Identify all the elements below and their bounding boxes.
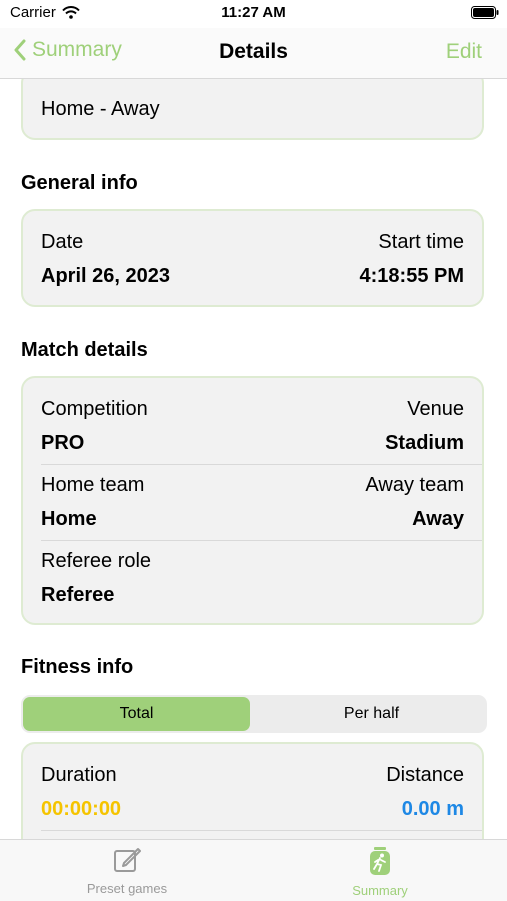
date-value: April 26, 2023 bbox=[41, 265, 170, 287]
battery-icon bbox=[471, 6, 499, 19]
fitness-segmented-control: Total Per half bbox=[21, 695, 487, 733]
duration-label: Duration bbox=[41, 764, 117, 786]
general-info-title: General info bbox=[21, 172, 138, 194]
away-team-label: Away team bbox=[365, 474, 464, 496]
tab-preset-games[interactable]: Preset games bbox=[67, 846, 187, 896]
divider bbox=[41, 830, 482, 831]
general-info-card: Date Start time April 26, 2023 4:18:55 P… bbox=[21, 209, 484, 307]
fitness-info-title: Fitness info bbox=[21, 656, 134, 678]
referee-role-value: Referee bbox=[41, 584, 115, 606]
page-title: Details bbox=[219, 40, 288, 63]
competition-value: PRO bbox=[41, 432, 85, 454]
start-time-value: 4:18:55 PM bbox=[359, 265, 465, 287]
edit-button[interactable]: Edit bbox=[446, 40, 482, 64]
venue-label: Venue bbox=[407, 398, 464, 420]
tab-label: Summary bbox=[352, 883, 408, 898]
tab-label: Preset games bbox=[86, 881, 168, 896]
runner-icon bbox=[370, 847, 390, 875]
away-team-value: Away bbox=[412, 508, 464, 530]
teams-card: Home - Away bbox=[21, 79, 484, 140]
date-label: Date bbox=[41, 231, 84, 253]
details-scroll-view[interactable]: Home - Away General info Date Start time… bbox=[0, 79, 507, 839]
match-details-title: Match details bbox=[21, 339, 148, 361]
edit-icon bbox=[114, 848, 141, 872]
divider bbox=[41, 464, 482, 465]
status-bar: Carrier 11:27 AM bbox=[0, 0, 507, 28]
segment-total[interactable]: Total bbox=[23, 697, 250, 731]
duration-value: 00:00:00 bbox=[41, 798, 122, 820]
distance-label: Distance bbox=[386, 764, 464, 786]
start-time-label: Start time bbox=[378, 231, 464, 253]
navigation-bar: Summary Details Edit bbox=[0, 28, 507, 79]
home-team-value: Home bbox=[41, 508, 97, 530]
fitness-card: Duration Distance 00:00:00 0.00 m bbox=[21, 742, 484, 839]
distance-value: 0.00 m bbox=[401, 798, 464, 820]
competition-label: Competition bbox=[41, 398, 148, 420]
home-team-label: Home team bbox=[41, 474, 145, 496]
segment-per-half[interactable]: Per half bbox=[258, 697, 485, 731]
status-time: 11:27 AM bbox=[221, 4, 286, 21]
match-details-card: Competition Venue PRO Stadium Home team … bbox=[21, 376, 484, 625]
tab-bar: Preset games Summary bbox=[0, 839, 507, 901]
referee-role-label: Referee role bbox=[41, 550, 152, 572]
teams-text: Home - Away bbox=[41, 98, 160, 120]
tab-summary[interactable]: Summary bbox=[320, 846, 440, 898]
divider bbox=[41, 540, 482, 541]
venue-value: Stadium bbox=[385, 432, 464, 454]
